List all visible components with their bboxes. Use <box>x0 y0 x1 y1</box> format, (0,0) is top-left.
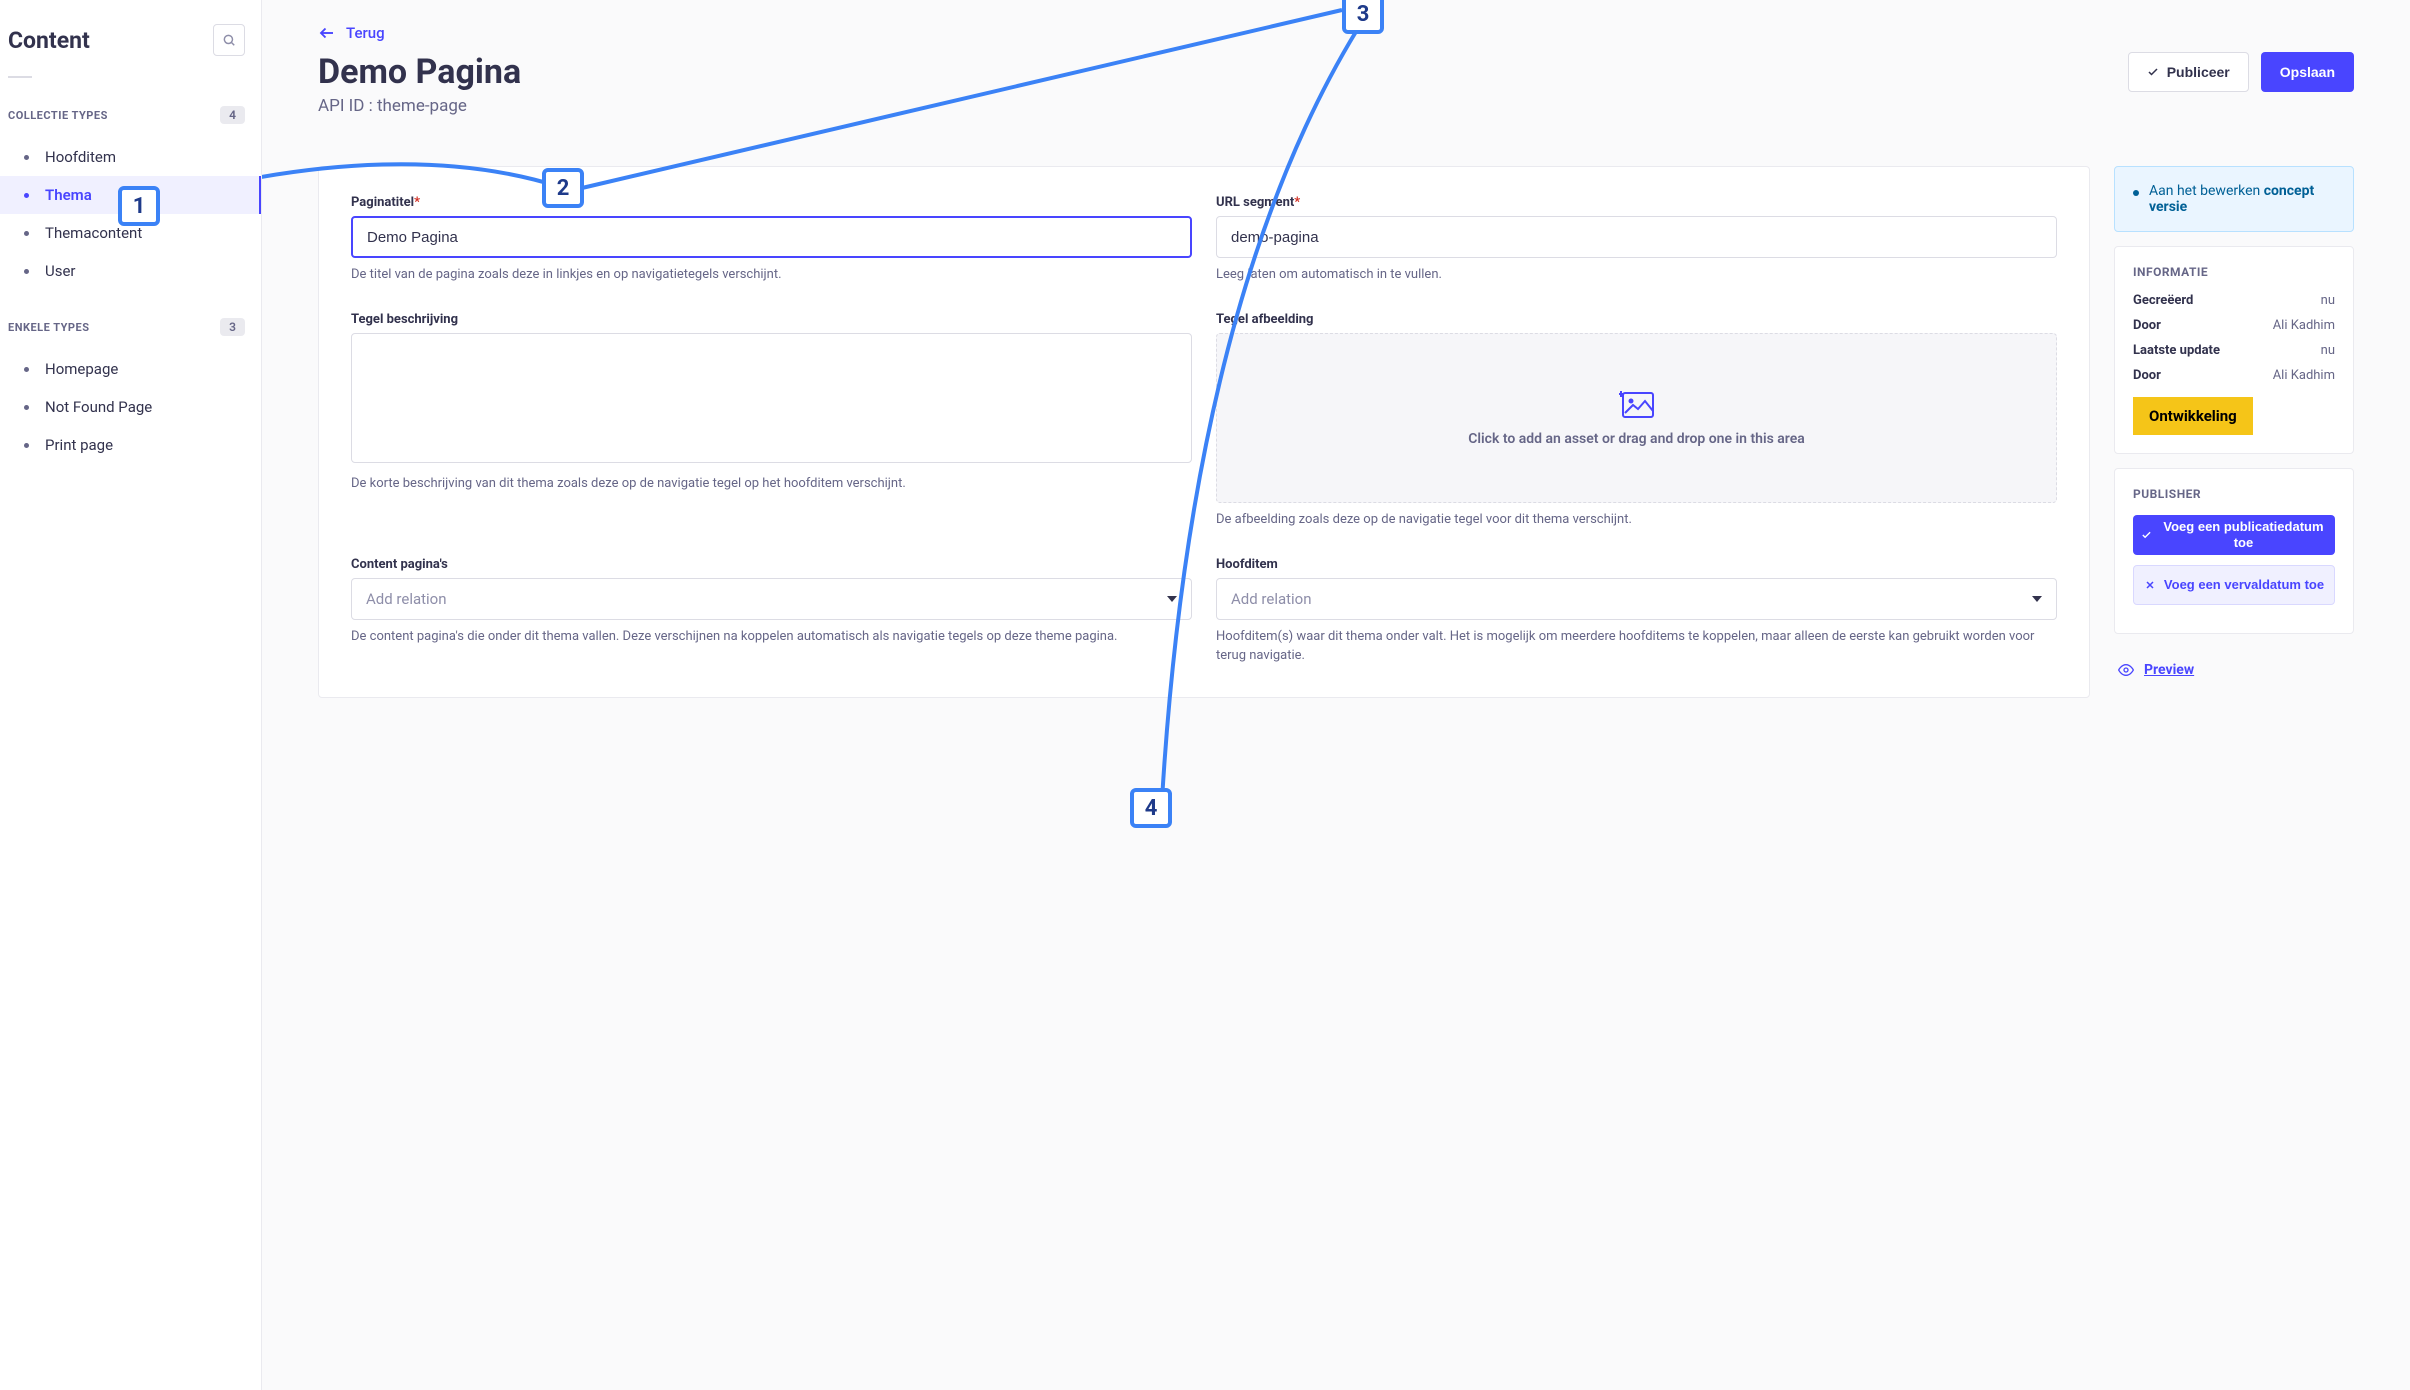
api-id: API ID : theme-page <box>318 96 521 116</box>
annotation-marker-2: 2 <box>542 168 584 208</box>
sidebar-title: Content <box>8 27 90 54</box>
field-url-segment: URL segment* Leeg laten om automatisch i… <box>1216 195 2057 284</box>
content-paginas-select[interactable]: Add relation <box>351 578 1192 620</box>
url-segment-input[interactable] <box>1216 216 2057 258</box>
updated-value: nu <box>2321 343 2335 358</box>
caret-down-icon <box>2032 596 2042 602</box>
upload-zone[interactable]: Click to add an asset or drag and drop o… <box>1216 333 2057 503</box>
publisher-card: PUBLISHER Voeg een publicatiedatum toe V… <box>2114 468 2354 634</box>
sidebar-item-print[interactable]: Print page <box>0 426 261 464</box>
status-box: Aan het bewerken concept versie <box>2114 166 2354 232</box>
image-upload-icon <box>1619 389 1655 419</box>
section-collectie-header: COLLECTIE TYPES 4 <box>0 98 261 132</box>
section-enkele-header: ENKELE TYPES 3 <box>0 310 261 344</box>
check-icon <box>2141 529 2152 541</box>
field-label: Tegel afbeelding <box>1216 312 2057 327</box>
field-label: Tegel beschrijving <box>351 312 1192 327</box>
count-badge: 4 <box>220 106 245 124</box>
field-label: URL segment* <box>1216 195 2057 210</box>
by-value: Ali Kadhim <box>2273 318 2335 333</box>
field-label: Paginatitel* <box>351 195 1192 210</box>
form-card: Paginatitel* De titel van de pagina zoal… <box>318 166 2090 698</box>
by-label: Door <box>2133 318 2161 333</box>
info-heading: INFORMATIE <box>2133 265 2335 279</box>
annotation-marker-4: 4 <box>1130 788 1172 828</box>
upload-text: Click to add an asset or drag and drop o… <box>1468 431 1805 447</box>
tegel-beschrijving-textarea[interactable] <box>351 333 1192 463</box>
search-icon <box>222 33 236 47</box>
field-content-paginas: Content pagina's Add relation De content… <box>351 557 1192 664</box>
eye-icon <box>2118 662 2134 678</box>
add-expiry-date-button[interactable]: Voeg een vervaldatum toe <box>2133 565 2335 605</box>
add-publish-date-button[interactable]: Voeg een publicatiedatum toe <box>2133 515 2335 555</box>
paginatitel-input[interactable] <box>351 216 1192 258</box>
sidebar-item-not-found[interactable]: Not Found Page <box>0 388 261 426</box>
page-title: Demo Pagina <box>318 52 521 92</box>
section-label: ENKELE TYPES <box>8 321 89 334</box>
field-hint: Leeg laten om automatisch in te vullen. <box>1216 266 2057 284</box>
publisher-heading: PUBLISHER <box>2133 487 2335 501</box>
sidebar-item-user[interactable]: User <box>0 252 261 290</box>
annotation-marker-3: 3 <box>1342 0 1384 34</box>
caret-down-icon <box>1167 596 1177 602</box>
hoofditem-select[interactable]: Add relation <box>1216 578 2057 620</box>
dev-badge: Ontwikkeling <box>2133 397 2253 435</box>
field-label: Content pagina's <box>351 557 1192 572</box>
status-dot-icon <box>2133 190 2139 196</box>
by-value-2: Ali Kadhim <box>2273 368 2335 383</box>
field-hint: De titel van de pagina zoals deze in lin… <box>351 266 1192 284</box>
created-label: Gecreëerd <box>2133 293 2193 308</box>
save-button[interactable]: Opslaan <box>2261 52 2354 92</box>
arrow-left-icon <box>318 24 336 42</box>
updated-label: Laatste update <box>2133 343 2220 358</box>
field-tegel-beschrijving: Tegel beschrijving De korte beschrijving… <box>351 312 1192 529</box>
sidebar-item-homepage[interactable]: Homepage <box>0 350 261 388</box>
main-content: Terug Demo Pagina API ID : theme-page Pu… <box>262 0 2410 1390</box>
field-hint: De afbeelding zoals deze op de navigatie… <box>1216 511 2057 529</box>
annotation-marker-1: 1 <box>118 186 160 226</box>
field-label: Hoofditem <box>1216 557 2057 572</box>
field-paginatitel: Paginatitel* De titel van de pagina zoal… <box>351 195 1192 284</box>
field-hoofditem: Hoofditem Add relation Hoofditem(s) waar… <box>1216 557 2057 664</box>
info-card: INFORMATIE Gecreëerd nu Door Ali Kadhim La… <box>2114 246 2354 454</box>
section-label: COLLECTIE TYPES <box>8 109 108 122</box>
divider <box>8 76 32 78</box>
enkele-list: Homepage Not Found Page Print page <box>0 344 261 484</box>
preview-link[interactable]: Preview <box>2114 648 2354 678</box>
close-icon <box>2144 579 2156 591</box>
created-value: nu <box>2321 293 2335 308</box>
back-link[interactable]: Terug <box>318 24 385 42</box>
field-hint: De korte beschrijving van dit thema zoal… <box>351 475 1192 493</box>
by-label-2: Door <box>2133 368 2161 383</box>
field-hint: Hoofditem(s) waar dit thema onder valt. … <box>1216 628 2057 664</box>
sidebar-item-hoofditem[interactable]: Hoofditem <box>0 138 261 176</box>
check-icon <box>2147 66 2159 78</box>
field-tegel-afbeelding: Tegel afbeelding Click to add an asset o… <box>1216 312 2057 529</box>
search-button[interactable] <box>213 24 245 56</box>
field-hint: De content pagina's die onder dit thema … <box>351 628 1192 646</box>
count-badge: 3 <box>220 318 245 336</box>
publish-button[interactable]: Publiceer <box>2128 52 2249 92</box>
aside-panel: Aan het bewerken concept versie INFORMAT… <box>2114 166 2354 678</box>
